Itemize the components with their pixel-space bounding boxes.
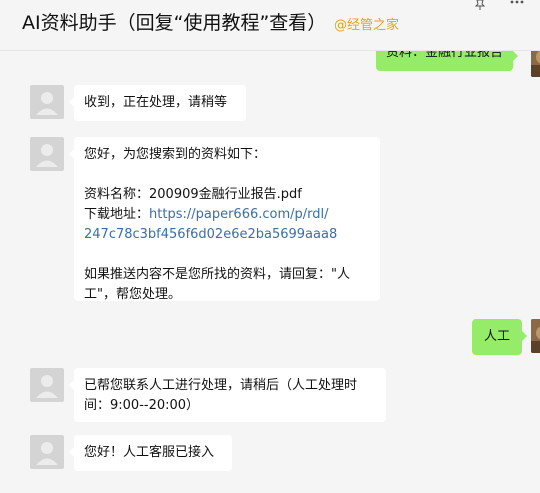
avatar[interactable] <box>30 137 64 171</box>
download-link-continued[interactable]: 247c78c3bf456f6d02e6e2ba5699aaa8 <box>84 225 370 245</box>
message-bubble-out[interactable]: 人工 <box>472 319 527 355</box>
message-text: 人工 <box>483 329 510 344</box>
avatar-self[interactable] <box>531 51 540 77</box>
pin-icon[interactable] <box>474 0 486 10</box>
message-list[interactable]: 资料：金融行业报告 收到，正在处理，请稍等 您好，为您搜索到的资料如下： 资料名… <box>0 51 540 493</box>
avatar[interactable] <box>30 368 64 402</box>
message-line: 您好，为您搜索到的资料如下： <box>84 147 267 162</box>
file-name-label: 资料名称： <box>84 187 150 202</box>
chat-window: AI资料助手（回复“使用教程”查看） @经管之家 资料：金融行业报告 收到，正在… <box>0 0 540 493</box>
message-text: 资料：金融行业报告 <box>386 51 504 60</box>
message-bubble-in[interactable]: 已帮您联系人工进行处理，请稍后（人工处理时 间：9:00--20:00） <box>69 368 386 422</box>
message-line: 工"，帮您处理。 <box>84 287 181 302</box>
avatar[interactable] <box>30 85 64 119</box>
chat-header: AI资料助手（回复“使用教程”查看） @经管之家 <box>0 0 540 51</box>
watermark: @经管之家 <box>334 18 400 33</box>
message-line: 已帮您联系人工进行处理，请稍后（人工处理时 <box>84 378 358 393</box>
file-name-value: 200909金融行业报告.pdf <box>149 187 302 202</box>
message-line: 如果推送内容不是您所找的资料，请回复："人 <box>84 267 350 282</box>
download-link[interactable]: https://paper666.com/p/rdl/ <box>149 207 329 222</box>
message-bubble-in[interactable]: 您好，为您搜索到的资料如下： 资料名称：200909金融行业报告.pdf 下载地… <box>69 137 380 302</box>
message-bubble-in[interactable]: 收到，正在处理，请稍等 <box>69 85 246 121</box>
avatar-self[interactable] <box>531 319 540 353</box>
message-line: 间：9:00--20:00） <box>84 398 200 413</box>
more-icon[interactable] <box>510 0 524 8</box>
message-bubble-in[interactable]: 您好！人工客服已接入 <box>69 435 232 471</box>
avatar[interactable] <box>30 435 64 469</box>
message-text: 收到，正在处理，请稍等 <box>84 95 228 110</box>
download-label: 下载地址： <box>84 207 150 222</box>
message-text: 您好！人工客服已接入 <box>84 445 215 460</box>
chat-title: AI资料助手（回复“使用教程”查看） <box>22 12 327 34</box>
message-bubble-out[interactable]: 资料：金融行业报告 <box>376 51 519 71</box>
